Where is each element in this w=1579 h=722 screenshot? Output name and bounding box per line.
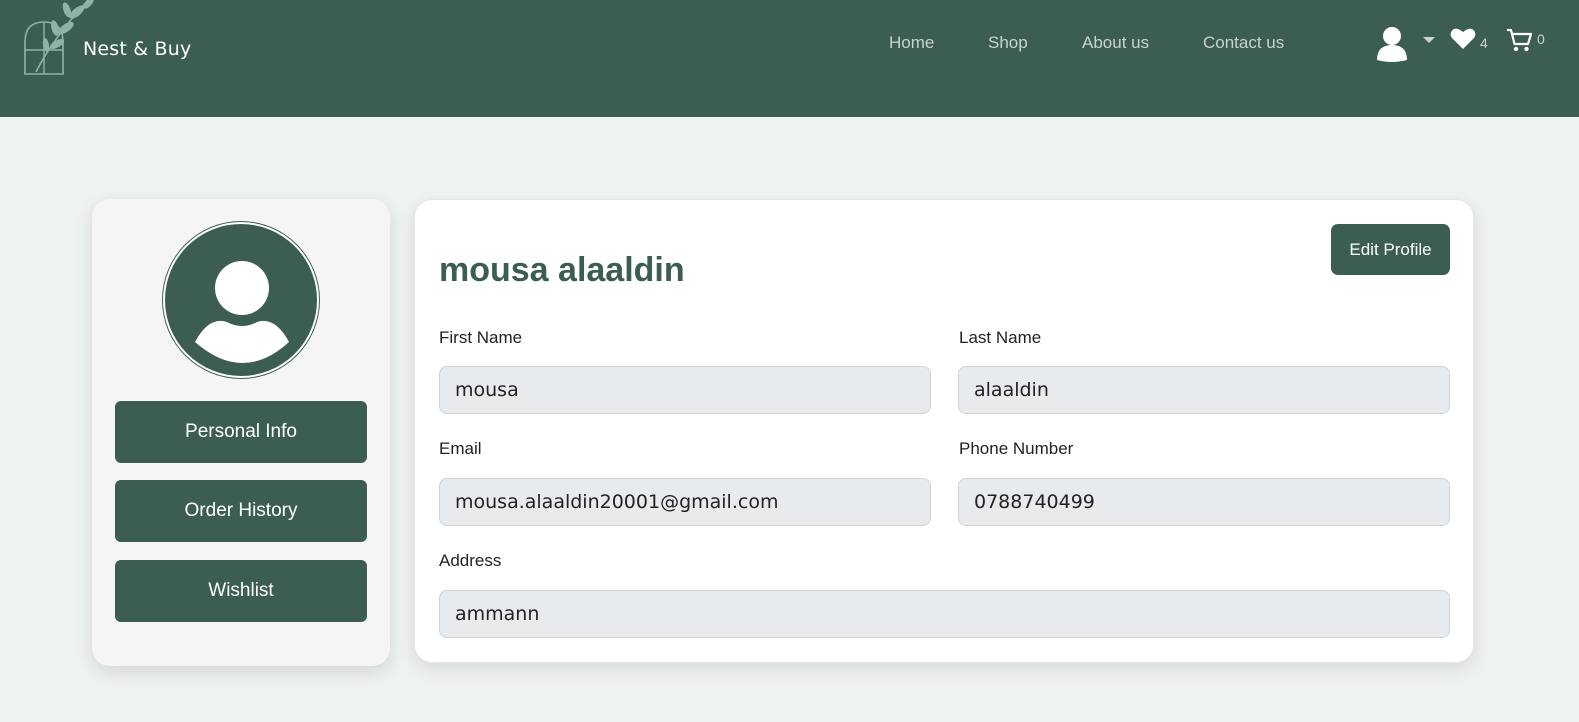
phone-number-field[interactable] <box>958 478 1450 526</box>
first-name-label: First Name <box>439 328 523 347</box>
wishlist-count: 4 <box>1480 35 1488 51</box>
address-field[interactable] <box>439 590 1450 638</box>
edit-profile-button[interactable]: Edit Profile <box>1331 224 1450 275</box>
order-history-button[interactable]: Order History <box>115 480 367 542</box>
brand-name: Nest & Buy <box>83 38 192 60</box>
caret-down-icon[interactable] <box>1423 37 1435 44</box>
cart-icon[interactable] <box>1506 28 1534 53</box>
nav-about-us[interactable]: About us <box>1082 33 1149 53</box>
profile-name: mousa alaaldin <box>439 251 685 289</box>
email-label: Email <box>439 439 482 458</box>
personal-info-button[interactable]: Personal Info <box>115 401 367 463</box>
top-navbar: Nest & Buy Home Shop About us Contact us… <box>0 0 1579 117</box>
address-label: Address <box>439 551 502 570</box>
brand-logo[interactable]: Nest & Buy <box>22 0 192 80</box>
personal-info-panel: mousa alaaldin Edit Profile First Name L… <box>414 199 1474 663</box>
heart-icon[interactable] <box>1450 27 1476 50</box>
phone-number-label: Phone Number <box>959 439 1074 458</box>
cart-count: 0 <box>1537 31 1545 47</box>
last-name-label: Last Name <box>959 328 1042 347</box>
email-field[interactable] <box>439 478 931 526</box>
nav-home[interactable]: Home <box>889 33 934 53</box>
last-name-field[interactable] <box>958 366 1450 414</box>
first-name-field[interactable] <box>439 366 931 414</box>
nav-contact-us[interactable]: Contact us <box>1203 33 1284 53</box>
avatar-user-icon <box>195 261 289 363</box>
nav-shop[interactable]: Shop <box>988 33 1028 53</box>
avatar <box>163 222 319 378</box>
user-icon[interactable] <box>1375 26 1409 62</box>
wishlist-button[interactable]: Wishlist <box>115 560 367 622</box>
profile-sidebar: Personal Info Order History Wishlist <box>92 199 390 666</box>
